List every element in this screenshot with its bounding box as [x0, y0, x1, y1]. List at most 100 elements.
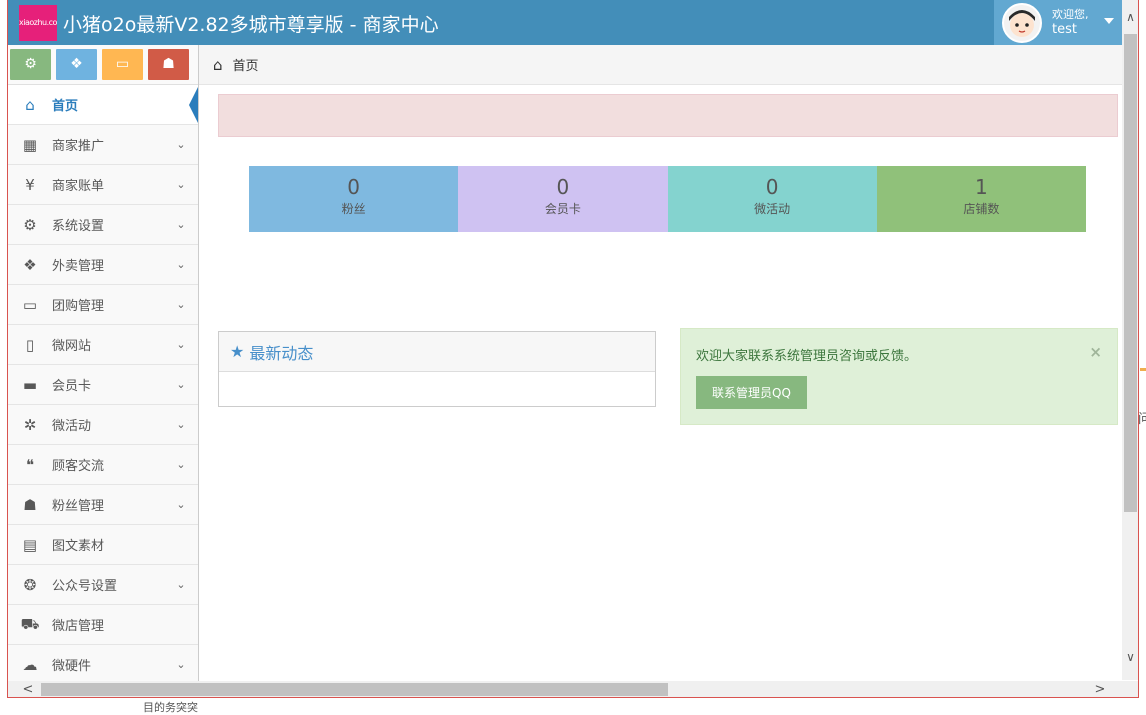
stat-value: 0	[765, 175, 779, 199]
sidebar-item-label: 微网站	[52, 339, 92, 354]
sidebar-item-label: 微店管理	[52, 619, 105, 634]
notice-alert: 欢迎大家联系系统管理员咨询或反馈。 × 联系管理员QQ	[680, 328, 1118, 425]
scroll-up-icon[interactable]: ∧	[1122, 10, 1138, 30]
background-text: 问	[1138, 412, 1146, 427]
chevron-down-icon[interactable]: ⌄	[172, 178, 190, 191]
caret-down-icon[interactable]	[1104, 18, 1114, 24]
main-content: ⌂ 首页 0 粉丝 0 会员卡 0 微活动 1 店铺数 ★ 最新动态 欢迎大家联…	[199, 45, 1122, 685]
sidebar-item-groupbuy[interactable]: ▭ 团购管理 ⌄	[8, 285, 198, 325]
chevron-down-icon[interactable]: ⌄	[172, 578, 190, 591]
users-icon: ☗	[23, 495, 37, 514]
horizontal-scroll-thumb[interactable]	[41, 683, 668, 696]
gear-icon[interactable]: ⚙	[10, 49, 51, 80]
stat-fans[interactable]: 0 粉丝	[249, 166, 459, 232]
sidebar-item-materials[interactable]: ▤ 图文素材	[8, 525, 198, 565]
username: test	[1052, 22, 1077, 37]
news-panel: ★ 最新动态	[218, 331, 656, 407]
sidebar-item-activities[interactable]: ✲ 微活动 ⌄	[8, 405, 198, 445]
stat-stores[interactable]: 1 店铺数	[876, 166, 1086, 232]
sidebar-item-hardware[interactable]: ☁ 微硬件 ⌄	[8, 645, 198, 685]
chevron-down-icon[interactable]: ⌄	[172, 658, 190, 671]
avatar[interactable]	[1002, 3, 1042, 43]
cloud-icon: ☁	[22, 655, 38, 674]
sidebar-item-label: 系统设置	[52, 219, 105, 234]
chevron-down-icon[interactable]: ⌄	[172, 418, 190, 431]
brand-title[interactable]: 小猪o2o最新V2.82多城市尊享版 - 商家中心	[63, 10, 439, 37]
background-divider	[1140, 368, 1146, 371]
stat-value: 0	[556, 175, 570, 199]
chevron-down-icon[interactable]: ⌄	[172, 498, 190, 511]
news-title: 最新动态	[249, 343, 314, 363]
chevron-down-icon[interactable]: ⌄	[172, 298, 190, 311]
sidebar-item-promotion[interactable]: ▦ 商家推广 ⌄	[8, 125, 198, 165]
welcome-text: 欢迎您,	[1052, 8, 1089, 21]
home-icon[interactable]: ⌂	[213, 56, 223, 74]
chevron-down-icon[interactable]: ⌄	[172, 258, 190, 271]
background-text: 目的务突突	[143, 701, 198, 714]
chevron-down-icon[interactable]: ⌄	[172, 458, 190, 471]
sidebar-item-label: 粉丝管理	[52, 499, 105, 514]
stat-value: 0	[347, 175, 360, 199]
sidebar-item-bills[interactable]: ¥ 商家账单 ⌄	[8, 165, 198, 205]
sidebar-item-label: 公众号设置	[52, 579, 118, 594]
sidebar-item-takeout[interactable]: ❖ 外卖管理 ⌄	[8, 245, 198, 285]
credit-card-icon: ▬	[22, 375, 38, 394]
sidebar-item-label: 团购管理	[52, 299, 105, 314]
shopping-cart-icon: ⛟	[20, 614, 40, 633]
stat-label: 店铺数	[963, 202, 1000, 216]
news-header: ★ 最新动态	[219, 332, 655, 372]
life-ring-icon: ✲	[23, 415, 37, 434]
sidebar-item-settings[interactable]: ⚙ 系统设置 ⌄	[8, 205, 198, 245]
vertical-scroll-thumb[interactable]	[1124, 34, 1137, 512]
sidebar-item-label: 外卖管理	[52, 259, 105, 274]
sidebar-item-microsite[interactable]: ▯ 微网站 ⌄	[8, 325, 198, 365]
app-frame: xiaozhu.com 小猪o2o最新V2.82多城市尊享版 - 商家中心 欢迎…	[7, 0, 1139, 698]
sidebar-item-label: 微硬件	[52, 659, 92, 674]
chevron-down-icon[interactable]: ⌄	[172, 378, 190, 391]
chevron-down-icon[interactable]: ⌄	[172, 218, 190, 231]
desktop-icon: ▭	[22, 295, 38, 314]
sidebar-item-label: 微活动	[52, 419, 92, 434]
users-icon[interactable]: ☗	[148, 49, 189, 80]
home-icon: ⌂	[25, 95, 35, 114]
logo[interactable]: xiaozhu.com	[19, 5, 57, 41]
scroll-left-icon[interactable]: <	[18, 681, 38, 697]
sidebar-item-home[interactable]: ⌂ 首页	[8, 85, 198, 125]
contact-admin-button[interactable]: 联系管理员QQ	[696, 376, 807, 409]
sidebar: ⚙ ❖ ▭ ☗ ⌂ 首页 ▦ 商家推广 ⌄ ¥ 商家账单 ⌄ ⚙ 系统设置 ⌄ …	[8, 45, 199, 685]
notice-text: 欢迎大家联系系统管理员咨询或反馈。	[696, 349, 918, 364]
cubes-icon[interactable]: ❖	[56, 49, 97, 80]
user-menu[interactable]: 欢迎您, test	[994, 0, 1124, 45]
sidebar-item-official-account[interactable]: ❂ 公众号设置 ⌄	[8, 565, 198, 605]
sidebar-item-label: 图文素材	[52, 539, 105, 554]
stat-label: 会员卡	[544, 202, 581, 216]
close-icon[interactable]: ×	[1089, 343, 1102, 361]
desktop-icon[interactable]: ▭	[102, 49, 143, 80]
sidebar-item-membercard[interactable]: ▬ 会员卡 ⌄	[8, 365, 198, 405]
stat-activities[interactable]: 0 微活动	[667, 166, 877, 232]
cubes-icon: ❖	[23, 255, 37, 274]
qrcode-icon: ▦	[22, 135, 38, 154]
scroll-right-icon[interactable]: >	[1090, 681, 1110, 697]
sidebar-item-label: 会员卡	[52, 379, 92, 394]
stat-member-cards[interactable]: 0 会员卡	[458, 166, 668, 232]
avatar-face-icon	[1009, 10, 1035, 37]
mobile-icon: ▯	[25, 335, 35, 354]
stats-row: 0 粉丝 0 会员卡 0 微活动 1 店铺数	[249, 166, 1086, 232]
breadcrumb-label[interactable]: 首页	[233, 55, 259, 74]
horizontal-scrollbar[interactable]: < >	[8, 681, 1138, 697]
stat-value: 1	[975, 175, 988, 199]
sidebar-item-microshop[interactable]: ⛟ 微店管理	[8, 605, 198, 645]
scroll-down-icon[interactable]: ∨	[1122, 650, 1138, 670]
chevron-down-icon[interactable]: ⌄	[172, 338, 190, 351]
alert-banner	[218, 94, 1118, 137]
sidebar-item-fans[interactable]: ☗ 粉丝管理 ⌄	[8, 485, 198, 525]
vertical-scrollbar[interactable]: ∧ ∨	[1122, 0, 1138, 680]
sidebar-item-customer-chat[interactable]: ❝ 顾客交流 ⌄	[8, 445, 198, 485]
gear-icon: ⚙	[23, 215, 37, 234]
comments-icon: ❝	[25, 455, 35, 474]
chevron-down-icon[interactable]: ⌄	[172, 138, 190, 151]
breadcrumb: ⌂ 首页	[199, 45, 1122, 85]
active-indicator	[189, 85, 198, 125]
wechat-icon: ❂	[23, 575, 37, 594]
